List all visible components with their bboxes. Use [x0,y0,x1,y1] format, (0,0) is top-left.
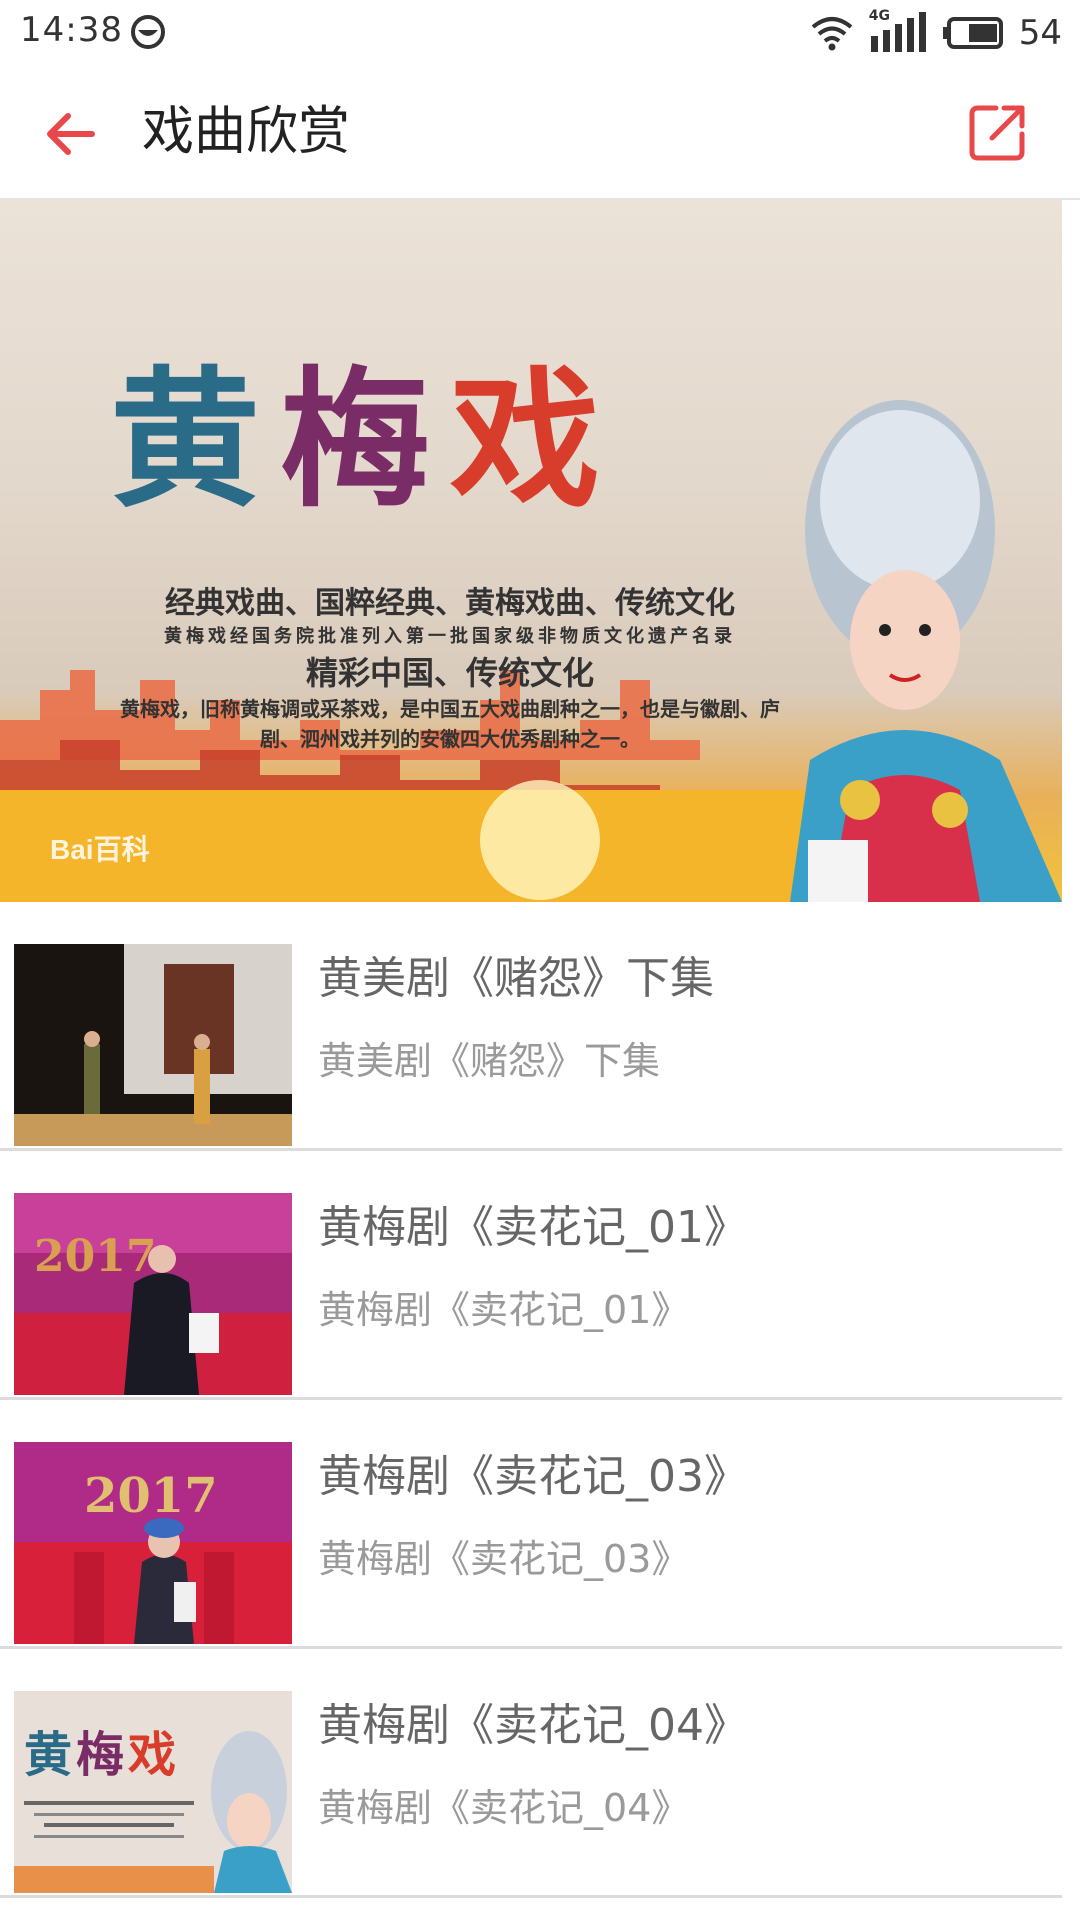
arrow-left-icon[interactable] [40,104,100,164]
video-list: 黄美剧《赌怨》下集 黄美剧《赌怨》下集 2017 黄梅剧《卖花记_01》 黄梅剧… [0,902,1062,1898]
list-item[interactable]: 黄 梅 戏 黄梅剧《卖花记_04》 黄梅剧《卖花记_04》 [0,1649,1062,1898]
signal-strength-icon [870,12,926,52]
screen: 14:38 4G 54 戏曲欣赏 黄梅戏 经典戏曲、国粹经典、黄梅戏曲、传统文化… [0,0,1080,1920]
status-bar: 14:38 4G 54 [0,0,1080,66]
list-item[interactable]: 2017 黄梅剧《卖花记_03》 黄梅剧《卖花记_03》 [0,1400,1062,1649]
featured-banner[interactable]: 黄梅戏 经典戏曲、国粹经典、黄梅戏曲、传统文化 黄梅戏经国务院批准列入第一批国家… [0,200,1062,902]
video-thumbnail: 2017 [14,1193,292,1395]
banner-slogan: 经典戏曲、国粹经典、黄梅戏曲、传统文化 [165,586,735,621]
page-title: 戏曲欣赏 [142,102,351,162]
video-thumbnail [14,944,292,1146]
banner-title: 黄梅戏 [110,350,620,530]
list-item[interactable]: 2017 黄梅剧《卖花记_01》 黄梅剧《卖花记_01》 [0,1151,1062,1400]
status-icons: 4G 54 [809,8,1062,56]
share-external-icon[interactable] [966,100,1030,164]
svg-text:梅: 梅 [76,1727,124,1783]
app-bar: 戏曲欣赏 [0,66,1080,200]
banner-sub-line: 黄梅戏经国务院批准列入第一批国家级非物质文化遗产名录 [164,626,736,647]
video-subtitle: 黄梅剧《卖花记_01》 [318,1288,690,1332]
banner-description: 黄梅戏，旧称黄梅调或采茶戏，是中国五大戏曲剧种之一，也是与徽剧、庐剧、泗州戏并列… [120,697,780,751]
battery-level: 54 [1018,13,1062,53]
list-item[interactable]: 黄美剧《赌怨》下集 黄美剧《赌怨》下集 [0,902,1062,1151]
svg-text:2017: 2017 [34,1231,156,1282]
video-subtitle: 黄美剧《赌怨》下集 [318,1039,661,1083]
right-edge-gutter [1062,200,1080,1920]
video-title: 黄美剧《赌怨》下集 [318,953,714,1004]
network-signal-group: 4G [869,8,929,54]
notification-face-icon [131,15,165,49]
video-title: 黄梅剧《卖花记_01》 [318,1202,748,1253]
video-thumbnail: 2017 [14,1442,292,1644]
video-subtitle: 黄梅剧《卖花记_03》 [318,1537,690,1581]
banner-title-char: 戏 [450,352,621,528]
status-time: 14:38 [20,10,123,50]
video-thumbnail: 黄 梅 戏 [14,1691,292,1893]
video-title: 黄梅剧《卖花记_04》 [318,1700,748,1751]
video-title: 黄梅剧《卖花记_03》 [318,1451,748,1502]
banner-artwork [0,400,1062,902]
banner-title-char: 梅 [280,352,451,528]
wifi-icon [811,17,853,51]
svg-text:戏: 戏 [128,1727,176,1783]
baidu-baike-watermark: Bai百科 [50,834,150,865]
banner-slogan-secondary: 精彩中国、传统文化 [305,654,594,692]
svg-text:2017: 2017 [84,1468,218,1524]
banner-title-char: 黄 [110,352,281,528]
battery-icon [942,17,1003,49]
svg-text:黄: 黄 [24,1727,72,1783]
video-subtitle: 黄梅剧《卖花记_04》 [318,1786,690,1830]
